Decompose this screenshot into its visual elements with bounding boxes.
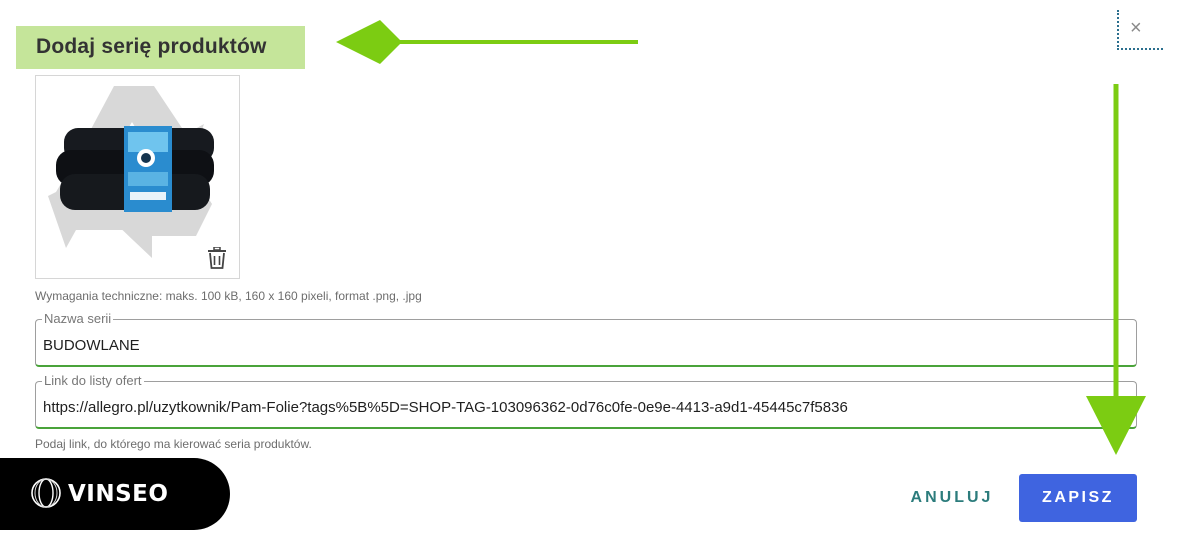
image-requirements-hint: Wymagania techniczne: maks. 100 kB, 160 … <box>35 289 422 303</box>
offers-link-hint: Podaj link, do którego ma kierować seria… <box>35 437 312 451</box>
trash-icon <box>208 246 226 269</box>
vinseo-branding: VINSEO <box>0 458 230 530</box>
product-rolls <box>56 126 214 212</box>
arrow-left-annotation <box>336 20 638 64</box>
series-name-label: Nazwa serii <box>42 311 114 326</box>
save-button[interactable]: ZAPISZ <box>1019 474 1137 522</box>
vinseo-logo-icon <box>31 478 61 508</box>
offers-link-field[interactable]: Link do listy ofert https://allegro.pl/u… <box>35 373 1137 429</box>
series-name-field[interactable]: Nazwa serii BUDOWLANE <box>35 311 1137 367</box>
delete-image-button[interactable] <box>207 246 227 274</box>
series-name-value[interactable]: BUDOWLANE <box>43 337 140 354</box>
dialog-title-highlight: Dodaj serię produktów <box>16 26 305 69</box>
series-image-preview[interactable] <box>35 75 240 279</box>
cancel-button[interactable]: ANULUJ <box>906 480 998 516</box>
vinseo-wordmark: VINSEO <box>68 481 169 507</box>
offers-link-label: Link do listy ofert <box>42 373 144 388</box>
dialog-title: Dodaj serię produktów <box>36 35 267 58</box>
offers-link-value[interactable]: https://allegro.pl/uzytkownik/Pam-Folie?… <box>43 399 848 416</box>
close-icon[interactable]: × <box>1130 13 1142 43</box>
